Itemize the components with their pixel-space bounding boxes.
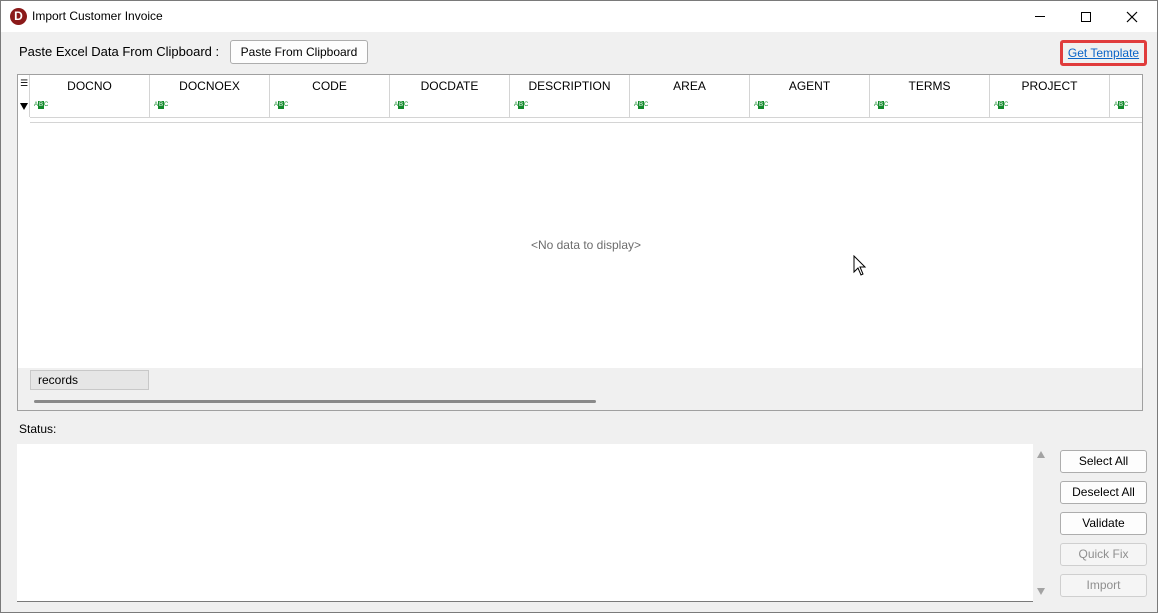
- column-title: AGENT: [788, 79, 831, 93]
- filter-row-divider: [30, 122, 1142, 123]
- text-filter-icon[interactable]: ABC: [154, 101, 168, 109]
- column-title: DOCDATE: [420, 79, 479, 93]
- column-title: DESCRIPTION: [528, 79, 611, 93]
- grid-header-row: DOCNO ABC DOCNOEX ABC CODE ABC DOCDATE ABC DESCR…: [30, 75, 1142, 117]
- status-label: Status:: [19, 422, 57, 436]
- column-chooser-icon[interactable]: ☰: [20, 79, 28, 88]
- text-filter-icon[interactable]: ABC: [634, 101, 648, 109]
- column-title: CODE: [312, 79, 347, 93]
- app-logo-icon: D: [10, 8, 27, 25]
- text-filter-icon[interactable]: ABC: [34, 101, 48, 109]
- column-title: PROJECT: [1021, 79, 1078, 93]
- get-template-link[interactable]: Get Template: [1068, 46, 1139, 60]
- column-title: DOCNO: [67, 79, 112, 93]
- scroll-down-icon[interactable]: [1037, 588, 1045, 595]
- data-grid[interactable]: ☰ DOCNO ABC DOCNOEX ABC CODE ABC DOCDATE ABC DES…: [17, 74, 1143, 411]
- import-button[interactable]: Import: [1060, 574, 1147, 597]
- get-template-highlight: Get Template: [1060, 40, 1147, 66]
- select-all-button[interactable]: Select All: [1060, 450, 1147, 473]
- column-title: DOCNOEX: [179, 79, 240, 93]
- minimize-button[interactable]: [1017, 1, 1063, 32]
- paste-from-clipboard-button[interactable]: Paste From Clipboard: [230, 40, 368, 64]
- status-vertical-scrollbar[interactable]: [1033, 444, 1050, 602]
- column-title: TERMS: [908, 79, 951, 93]
- paste-excel-label: Paste Excel Data From Clipboard :: [19, 44, 220, 59]
- column-header-docnoex[interactable]: DOCNOEX ABC: [150, 75, 270, 117]
- title-bar[interactable]: D Import Customer Invoice: [1, 1, 1157, 32]
- maximize-button[interactable]: [1063, 1, 1109, 32]
- horizontal-scrollbar-thumb[interactable]: [34, 400, 596, 403]
- column-header-description[interactable]: DESCRIPTION ABC: [510, 75, 630, 117]
- text-filter-icon[interactable]: ABC: [754, 101, 768, 109]
- window-title: Import Customer Invoice: [32, 9, 163, 23]
- column-title: CU: [1110, 79, 1142, 93]
- column-title: AREA: [673, 79, 706, 93]
- deselect-all-button[interactable]: Deselect All: [1060, 481, 1147, 504]
- column-header-cu[interactable]: CU ABC: [1110, 75, 1142, 117]
- grid-footer: records: [18, 368, 1142, 392]
- text-filter-icon[interactable]: ABC: [394, 101, 408, 109]
- column-header-agent[interactable]: AGENT ABC: [750, 75, 870, 117]
- text-filter-icon[interactable]: ABC: [514, 101, 528, 109]
- grid-corner[interactable]: ☰: [18, 75, 30, 117]
- header-divider: [30, 117, 1142, 118]
- column-header-code[interactable]: CODE ABC: [270, 75, 390, 117]
- text-filter-icon[interactable]: ABC: [994, 101, 1008, 109]
- maximize-icon: [1081, 11, 1091, 22]
- column-header-terms[interactable]: TERMS ABC: [870, 75, 990, 117]
- column-header-project[interactable]: PROJECT ABC: [990, 75, 1110, 117]
- minimize-icon: [1035, 16, 1045, 17]
- filter-icon[interactable]: [20, 103, 28, 110]
- horizontal-scrollbar[interactable]: [18, 392, 1142, 410]
- column-header-area[interactable]: AREA ABC: [630, 75, 750, 117]
- mouse-cursor-icon: [853, 255, 867, 276]
- scroll-up-icon[interactable]: [1037, 451, 1045, 458]
- empty-grid-message: <No data to display>: [530, 238, 642, 252]
- text-filter-icon[interactable]: ABC: [1114, 101, 1128, 109]
- validate-button[interactable]: Validate: [1060, 512, 1147, 535]
- text-filter-icon[interactable]: ABC: [874, 101, 888, 109]
- close-icon: [1126, 11, 1138, 22]
- quick-fix-button[interactable]: Quick Fix: [1060, 543, 1147, 566]
- column-header-docdate[interactable]: DOCDATE ABC: [390, 75, 510, 117]
- records-summary: records: [30, 370, 149, 390]
- text-filter-icon[interactable]: ABC: [274, 101, 288, 109]
- import-customer-invoice-window: D Import Customer Invoice Paste Excel Da…: [0, 0, 1158, 613]
- close-button[interactable]: [1109, 1, 1155, 32]
- status-log[interactable]: [17, 444, 1050, 602]
- column-header-docno[interactable]: DOCNO ABC: [30, 75, 150, 117]
